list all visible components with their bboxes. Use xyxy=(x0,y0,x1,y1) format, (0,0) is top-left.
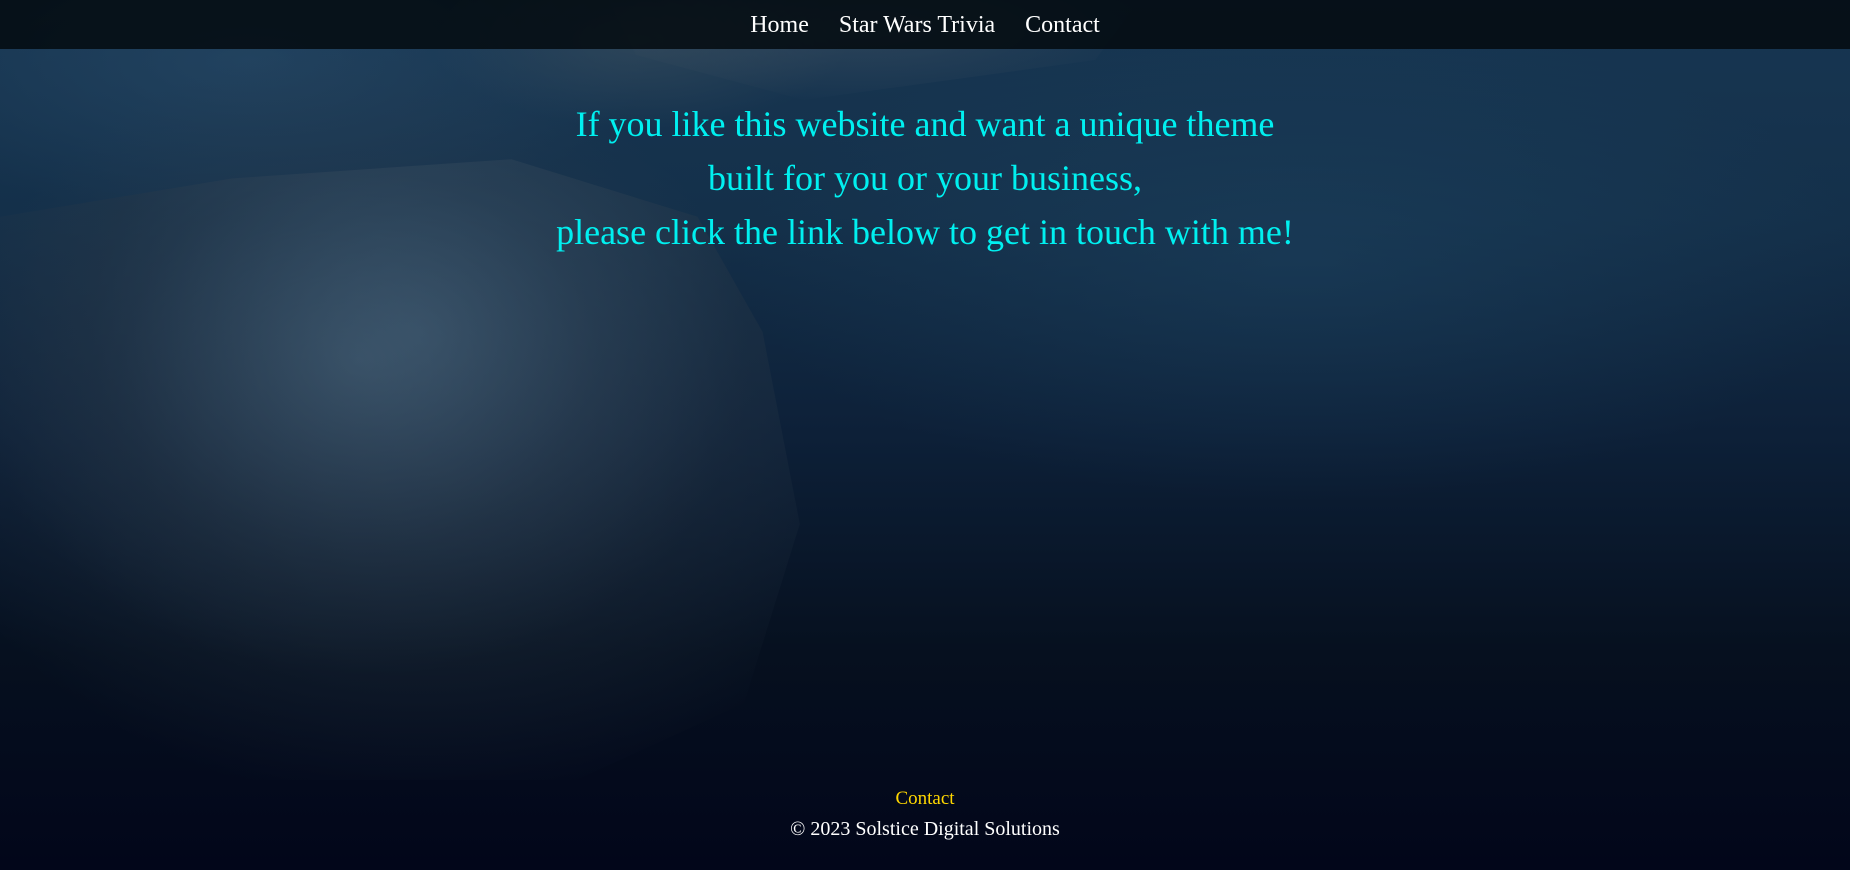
nav-star-wars-trivia-link[interactable]: Star Wars Trivia xyxy=(839,10,995,39)
nav-home-link[interactable]: Home xyxy=(750,10,809,39)
page-footer: Contact © 2023 Solstice Digital Solution… xyxy=(0,784,1850,844)
promo-message-line-2: built for you or your business, xyxy=(708,158,1142,198)
nav-contact-link[interactable]: Contact xyxy=(1025,10,1100,39)
top-navbar: Home Star Wars Trivia Contact xyxy=(0,0,1850,49)
footer-copyright: © 2023 Solstice Digital Solutions xyxy=(790,818,1060,840)
promo-message: If you like this website and want a uniq… xyxy=(0,97,1850,259)
promo-message-line-3: please click the link below to get in to… xyxy=(556,212,1294,252)
promo-message-line-1: If you like this website and want a uniq… xyxy=(575,104,1275,144)
footer-contact-link[interactable]: Contact xyxy=(0,784,1850,814)
